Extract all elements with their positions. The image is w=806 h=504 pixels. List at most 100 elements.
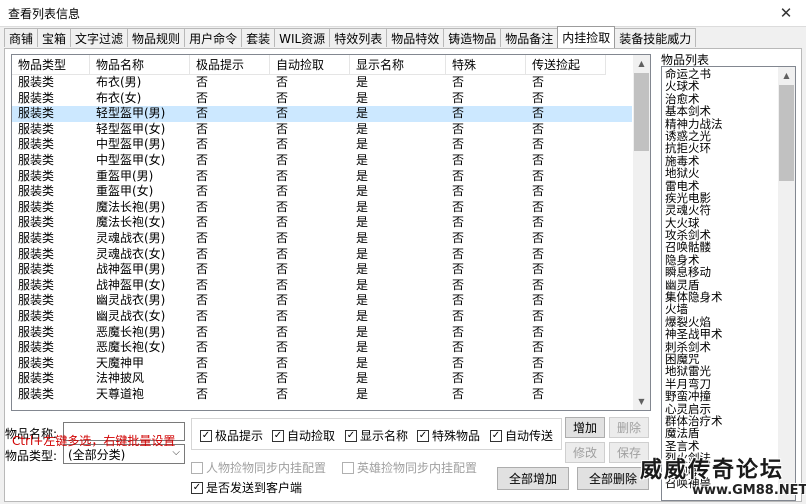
table-row[interactable]: 服装类 轻型盔甲(男) 否 否 是 否 否 xyxy=(12,106,632,122)
table-row[interactable]: 服装类 中型盔甲(男) 否 否 是 否 否 xyxy=(12,137,632,153)
table-row[interactable]: 服装类 天魔神甲 否 否 是 否 否 xyxy=(12,356,632,372)
tab-item[interactable]: 文字过滤 xyxy=(70,28,129,47)
table-row[interactable]: 服装类 魔法长袍(女) 否 否 是 否 否 xyxy=(12,215,632,231)
list-item[interactable]: 疾光电影 xyxy=(665,192,775,204)
list-item[interactable]: 召唤骷髅 xyxy=(665,241,775,253)
table-cell: 否 xyxy=(276,75,289,89)
list-item[interactable]: 攻杀剑术 xyxy=(665,229,775,241)
send-client-checkbox[interactable]: ✓ 是否发送到客户端 xyxy=(191,479,302,496)
list-item[interactable]: 刺杀剑术 xyxy=(665,341,775,353)
list-item[interactable]: 火球术 xyxy=(665,80,775,92)
tab-item[interactable]: 用户命令 xyxy=(184,28,243,47)
tab-item[interactable]: 商铺 xyxy=(4,28,39,47)
tab-item[interactable]: 套装 xyxy=(241,28,276,47)
column-header[interactable]: 特殊 xyxy=(446,55,526,75)
list-item[interactable]: 命运之书 xyxy=(665,68,775,80)
list-item[interactable]: 半月弯刀 xyxy=(665,378,775,390)
table-row[interactable]: 服装类 重盔甲(男) 否 否 是 否 否 xyxy=(12,169,632,185)
table-cell: 否 xyxy=(532,293,545,308)
list-item[interactable]: 灵魂火符 xyxy=(665,204,775,216)
list-item[interactable]: 幽灵盾 xyxy=(665,279,775,291)
list-item[interactable]: 精神力战法 xyxy=(665,118,775,130)
table-row[interactable]: 服装类 轻型盔甲(女) 否 否 是 否 否 xyxy=(12,122,632,138)
add-all-button[interactable]: 全部增加 xyxy=(497,467,569,490)
tab-item[interactable]: 物品备注 xyxy=(500,28,559,47)
player-sync-label: 人物捡物同步内挂配置 xyxy=(206,461,327,475)
special-checkbox[interactable]: ✓ 特殊物品 xyxy=(417,427,480,444)
tab-item[interactable]: 特效列表 xyxy=(329,28,388,47)
list-item[interactable]: 心灵启示 xyxy=(665,403,775,415)
list-item[interactable]: 大火球 xyxy=(665,217,775,229)
table-row[interactable]: 服装类 幽灵战衣(女) 否 否 是 否 否 xyxy=(12,309,632,325)
add-button[interactable]: 增加 xyxy=(565,417,605,438)
table-row[interactable]: 服装类 重盔甲(女) 否 否 是 否 否 xyxy=(12,184,632,200)
jipin-checkbox[interactable]: ✓ 极品提示 xyxy=(200,427,263,444)
table-cell: 轻型盔甲(男) xyxy=(96,106,166,121)
table-row[interactable]: 服装类 天尊道袍 否 否 是 否 否 xyxy=(12,387,632,403)
table-row[interactable]: 服装类 中型盔甲(女) 否 否 是 否 否 xyxy=(12,153,632,169)
table-row[interactable]: 服装类 灵魂战衣(男) 否 否 是 否 否 xyxy=(12,231,632,247)
list-item[interactable]: 治愈术 xyxy=(665,93,775,105)
list-item[interactable]: 地狱火 xyxy=(665,167,775,179)
column-header[interactable]: 传送捡起 xyxy=(526,55,606,75)
hero-sync-checkbox[interactable]: 英雄捡物同步内挂配置 xyxy=(342,459,477,476)
close-icon[interactable]: ✕ xyxy=(766,0,806,26)
list-item[interactable]: 神圣战甲术 xyxy=(665,328,775,340)
column-header[interactable]: 物品名称 xyxy=(90,55,190,75)
table-scrollbar[interactable]: ▲ ▼ xyxy=(633,55,650,410)
list-item[interactable]: 基本剑术 xyxy=(665,105,775,117)
item-table[interactable]: 物品类型 物品名称 极品提示 自动捡取 显示名称 特殊 传送捡起 服装类 布衣(男) 否否是否否… xyxy=(11,54,651,411)
auto-send-checkbox[interactable]: ✓ 自动传送 xyxy=(490,427,553,444)
list-item[interactable]: 瞬息移动 xyxy=(665,266,775,278)
table-row[interactable]: 服装类 魔法长袍(男) 否 否 是 否 否 xyxy=(12,200,632,216)
table-row[interactable]: 服装类 幽灵战衣(男) 否 否 是 否 否 xyxy=(12,293,632,309)
list-item[interactable]: 魔法盾 xyxy=(665,427,775,439)
column-header[interactable]: 显示名称 xyxy=(350,55,446,75)
scroll-thumb[interactable] xyxy=(779,85,794,181)
scroll-thumb[interactable] xyxy=(634,73,649,151)
table-row[interactable]: 服装类 战神盔甲(女) 否 否 是 否 否 xyxy=(12,278,632,294)
scroll-down-icon[interactable]: ▼ xyxy=(633,393,650,410)
column-header[interactable]: 物品类型 xyxy=(12,55,90,75)
table-cell: 否 xyxy=(196,324,209,339)
tab-item[interactable]: 宝箱 xyxy=(37,28,72,47)
item-list[interactable]: 命运之书 火球术 治愈术 基本剑术 精神力战法 诱惑之光 抗拒火环 施毒术 地狱火 雷电术 疾光电影… xyxy=(661,66,796,501)
column-header[interactable]: 自动捡取 xyxy=(270,55,350,75)
item-list-scrollbar[interactable]: ▲ ▼ xyxy=(778,67,795,500)
list-item[interactable]: 圣言术 xyxy=(665,440,775,452)
show-name-checkbox[interactable]: ✓ 显示名称 xyxy=(345,427,408,444)
delete-all-button[interactable]: 全部删除 xyxy=(577,467,649,490)
delete-button[interactable]: 删除 xyxy=(609,417,649,438)
list-item[interactable]: 抗拒火环 xyxy=(665,142,775,154)
list-item[interactable]: 地狱雷光 xyxy=(665,365,775,377)
table-row[interactable]: 服装类 恶魔长袍(女) 否 否 是 否 否 xyxy=(12,340,632,356)
table-row[interactable]: 服装类 战神盔甲(男) 否 否 是 否 否 xyxy=(12,262,632,278)
tab-item[interactable]: 物品规则 xyxy=(127,28,186,47)
table-row[interactable]: 服装类 布衣(男) 否 否 是 否 否 xyxy=(12,75,632,91)
list-item[interactable]: 火墙 xyxy=(665,303,775,315)
list-item[interactable]: 雷电术 xyxy=(665,180,775,192)
table-row[interactable]: 服装类 灵魂战衣(女) 否 否 是 否 否 xyxy=(12,247,632,263)
table-row[interactable]: 服装类 恶魔长袍(男) 否 否 是 否 否 xyxy=(12,325,632,341)
list-item[interactable]: 集体隐身术 xyxy=(665,291,775,303)
scroll-up-icon[interactable]: ▲ xyxy=(778,67,795,84)
list-item[interactable]: 困魔咒 xyxy=(665,353,775,365)
table-row[interactable]: 服装类 布衣(女) 否 否 是 否 否 xyxy=(12,91,632,107)
tab-item[interactable]: 内挂捡取 xyxy=(557,26,616,48)
list-item[interactable]: 群体治疗术 xyxy=(665,415,775,427)
list-item[interactable]: 施毒术 xyxy=(665,155,775,167)
scroll-up-icon[interactable]: ▲ xyxy=(633,55,650,72)
list-item[interactable]: 野蛮冲撞 xyxy=(665,390,775,402)
list-item[interactable]: 诱惑之光 xyxy=(665,130,775,142)
list-item[interactable]: 爆裂火焰 xyxy=(665,316,775,328)
list-item[interactable]: 隐身术 xyxy=(665,254,775,266)
tab-item[interactable]: 物品特效 xyxy=(386,28,445,47)
tab-item[interactable]: 装备技能威力 xyxy=(614,28,697,47)
column-header[interactable]: 极品提示 xyxy=(190,55,270,75)
modify-button[interactable]: 修改 xyxy=(565,442,605,463)
table-row[interactable]: 服装类 法神披风 否 否 是 否 否 xyxy=(12,371,632,387)
auto-pick-checkbox[interactable]: ✓ 自动捡取 xyxy=(272,427,335,444)
player-sync-checkbox[interactable]: 人物捡物同步内挂配置 xyxy=(191,459,326,476)
tab-item[interactable]: WIL资源 xyxy=(274,28,331,47)
tab-item[interactable]: 铸造物品 xyxy=(443,28,502,47)
